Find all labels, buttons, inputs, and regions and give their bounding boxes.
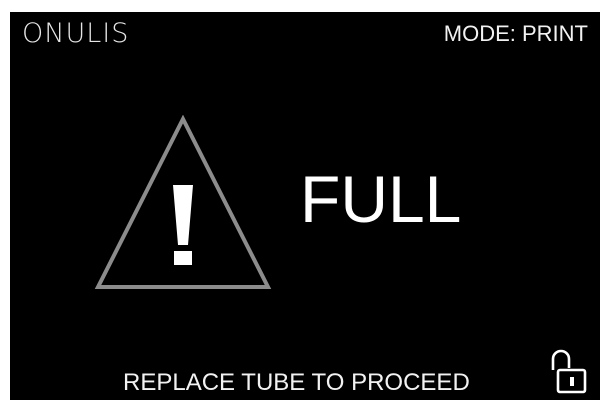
unlocked-padlock-icon[interactable] — [548, 348, 588, 396]
status-text: FULL — [300, 162, 462, 236]
mode-indicator: MODE: PRINT — [443, 21, 588, 46]
instruction-text: REPLACE TUBE TO PROCEED — [123, 369, 470, 396]
device-screen: ONULIS MODE: PRINT FULL REPLACE TUBE TO … — [10, 12, 600, 400]
brand-logo: ONULIS — [22, 18, 130, 49]
warning-triangle-icon — [94, 115, 272, 289]
